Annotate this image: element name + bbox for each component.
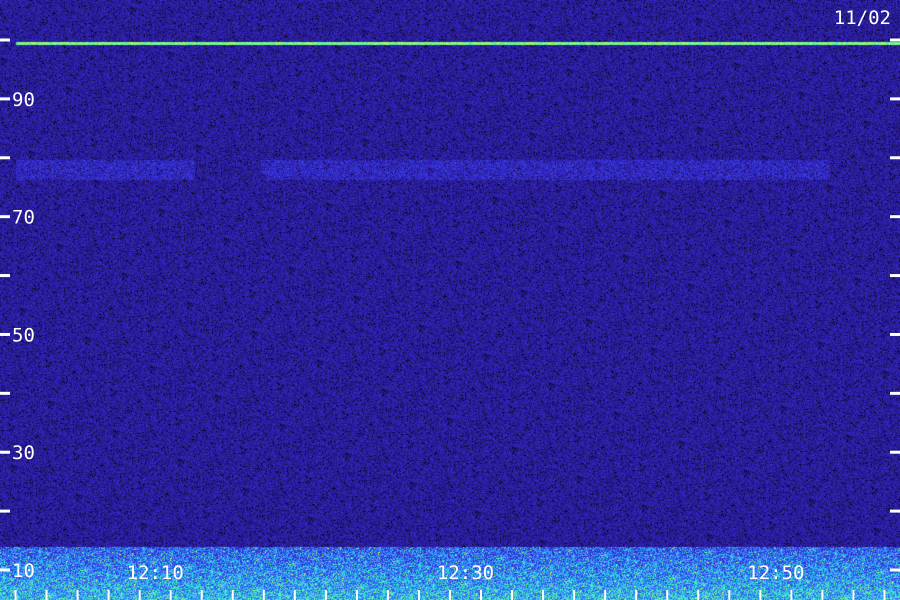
x-tick-label: 12:10	[127, 562, 184, 584]
y-tick-label: 50	[12, 324, 35, 346]
date-label: 11/02	[834, 7, 891, 29]
y-tick-label: 70	[12, 207, 35, 229]
y-tick-label: 30	[12, 442, 35, 464]
axis-labels: 10 30 50 70 90 12:10 12:30 12:50	[12, 89, 804, 584]
x-tick-label: 12:30	[437, 562, 494, 584]
y-tick-label: 10	[12, 560, 35, 582]
y-tick-label: 90	[12, 89, 35, 111]
chart-overlay: 10 30 50 70 90 12:10 12:30 12:50 11/02	[0, 7, 900, 600]
x-tick-label: 12:50	[747, 562, 804, 584]
axis-ticks	[0, 38, 900, 600]
